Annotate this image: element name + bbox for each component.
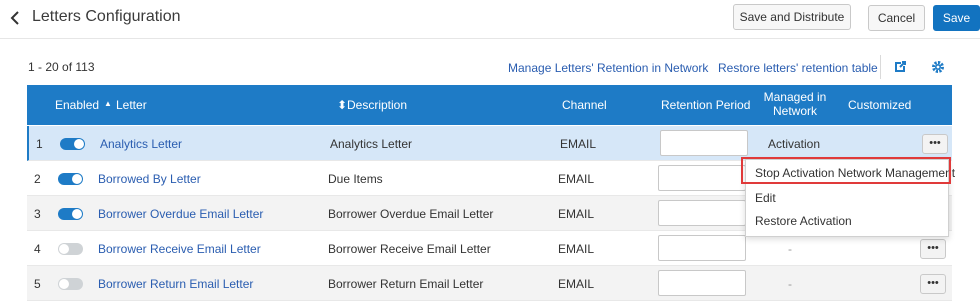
managed-cell: -: [788, 242, 792, 256]
letter-link[interactable]: Borrower Return Email Letter: [98, 277, 253, 291]
column-managed-line1: Managed in: [763, 90, 827, 104]
retention-period-input[interactable]: [658, 200, 746, 226]
column-managed-in-network: Managed in Network: [755, 90, 835, 118]
menu-item-edit[interactable]: Edit: [755, 191, 776, 205]
toggle-knob: [72, 209, 82, 219]
enabled-toggle[interactable]: [58, 243, 83, 255]
managed-cell: Activation: [768, 137, 821, 151]
sort-both-icon[interactable]: ⬍: [337, 98, 347, 112]
row-actions-button[interactable]: •••: [920, 274, 946, 294]
sort-asc-icon[interactable]: ▲: [104, 99, 112, 108]
enabled-toggle[interactable]: [60, 138, 85, 150]
description-cell: Borrower Receive Email Letter: [328, 242, 491, 256]
letter-link[interactable]: Borrower Receive Email Letter: [98, 242, 261, 256]
table-row[interactable]: 5 Borrower Return Email Letter Borrower …: [27, 266, 952, 301]
column-managed-line2: Network: [772, 104, 817, 118]
menu-item-stop-activation[interactable]: Stop Activation Network Management: [755, 166, 955, 180]
manage-retention-link[interactable]: Manage Letters' Retention in Network: [508, 61, 708, 75]
retention-period-input[interactable]: [658, 165, 746, 191]
column-letter[interactable]: Letter: [116, 98, 147, 112]
column-customized: Customized: [848, 98, 912, 112]
gear-icon[interactable]: [931, 60, 945, 74]
column-retention-period: Retention Period: [661, 98, 751, 112]
row-number: 2: [34, 172, 41, 186]
column-enabled[interactable]: Enabled: [55, 98, 99, 112]
toggle-knob: [59, 244, 69, 254]
menu-item-restore-activation[interactable]: Restore Activation: [755, 214, 852, 228]
channel-cell: EMAIL: [558, 172, 595, 186]
column-description[interactable]: Description: [347, 98, 407, 112]
channel-cell: EMAIL: [558, 242, 595, 256]
letter-link[interactable]: Analytics Letter: [100, 137, 182, 151]
description-cell: Borrower Return Email Letter: [328, 277, 484, 291]
retention-period-input[interactable]: [658, 270, 746, 296]
column-channel: Channel: [562, 98, 607, 112]
page-title: Letters Configuration: [32, 8, 181, 25]
enabled-toggle[interactable]: [58, 173, 83, 185]
table-header: Enabled ▲ Letter ⬍ Description Channel R…: [27, 85, 952, 125]
export-icon[interactable]: [893, 60, 907, 74]
chevron-left-icon[interactable]: [8, 9, 22, 27]
channel-cell: EMAIL: [558, 207, 595, 221]
description-cell: Borrower Overdue Email Letter: [328, 207, 494, 221]
retention-period-input[interactable]: [660, 130, 748, 156]
row-number: 1: [36, 137, 43, 151]
row-actions-menu: Stop Activation Network Management Edit …: [745, 159, 955, 237]
save-and-distribute-button[interactable]: Save and Distribute: [733, 4, 851, 30]
description-cell: Due Items: [328, 172, 383, 186]
description-cell: Analytics Letter: [330, 137, 413, 151]
retention-period-input[interactable]: [658, 235, 746, 261]
results-count: 1 - 20 of 113: [28, 60, 95, 74]
enabled-toggle[interactable]: [58, 278, 83, 290]
row-number: 5: [34, 277, 41, 291]
table-row[interactable]: 1 Analytics Letter Analytics Letter EMAI…: [27, 126, 952, 161]
row-actions-button[interactable]: •••: [920, 239, 946, 259]
cancel-button[interactable]: Cancel: [868, 5, 925, 31]
row-number: 4: [34, 242, 41, 256]
header-divider: [0, 38, 980, 39]
channel-cell: EMAIL: [558, 277, 595, 291]
toolbar-separator: [880, 55, 881, 79]
managed-cell: -: [788, 277, 792, 291]
row-number: 3: [34, 207, 41, 221]
toggle-knob: [72, 174, 82, 184]
restore-retention-link[interactable]: Restore letters' retention table: [718, 61, 878, 75]
toggle-knob: [74, 139, 84, 149]
channel-cell: EMAIL: [560, 137, 597, 151]
letter-link[interactable]: Borrower Overdue Email Letter: [98, 207, 263, 221]
letter-link[interactable]: Borrowed By Letter: [98, 172, 201, 186]
row-actions-button[interactable]: •••: [922, 134, 948, 154]
enabled-toggle[interactable]: [58, 208, 83, 220]
toggle-knob: [59, 279, 69, 289]
top-bar: Letters Configuration Save and Distribut…: [0, 0, 980, 36]
save-button[interactable]: Save: [933, 5, 980, 31]
